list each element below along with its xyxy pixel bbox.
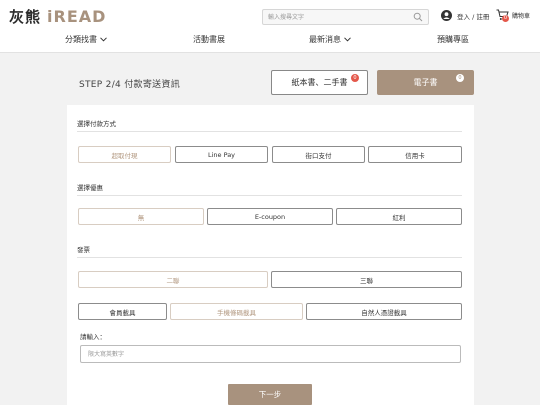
step-title: STEP 2/4 付款寄送資訊 xyxy=(79,80,181,90)
invoice-type-duplicate[interactable]: 二聯 xyxy=(78,271,268,288)
nav-category[interactable]: 分類找書 xyxy=(65,34,107,45)
site-header: 灰熊 iREAD 登入 / 註冊 0 購物車 分類找書 xyxy=(0,0,540,53)
carrier-option-member[interactable]: 會員載具 xyxy=(78,303,167,320)
search-icon[interactable] xyxy=(413,12,423,22)
cart-label: 購物車 xyxy=(512,12,531,20)
logo-chinese-text: 灰熊 xyxy=(9,7,42,26)
chevron-down-icon xyxy=(344,37,351,42)
carrier-code-input[interactable] xyxy=(80,345,461,363)
divider xyxy=(77,195,462,196)
logo[interactable]: 灰熊 iREAD xyxy=(9,6,107,26)
discount-option-e-coupon[interactable]: E-coupon xyxy=(207,208,333,225)
nav-preorder-label: 預購專區 xyxy=(437,35,469,44)
nav-events[interactable]: 活動書展 xyxy=(193,34,225,45)
search-box xyxy=(262,9,429,25)
nav-preorder[interactable]: 預購專區 xyxy=(437,34,469,45)
carrier-option-mobile-barcode[interactable]: 手機條碼載具 xyxy=(170,303,303,320)
paper-books-count-badge: 0 xyxy=(351,74,359,82)
ebook-label: 電子書 xyxy=(413,78,438,87)
ebook-count-badge: 0 xyxy=(456,74,464,82)
chevron-down-icon xyxy=(100,37,107,42)
invoice-section-label: 發票 xyxy=(77,246,90,254)
carrier-input-label: 請輸入： xyxy=(80,333,106,341)
divider xyxy=(77,257,462,258)
discount-option-none[interactable]: 無 xyxy=(78,208,204,225)
payment-section-label: 選擇付款方式 xyxy=(77,120,116,128)
nav-events-label: 活動書展 xyxy=(193,35,225,44)
paper-books-label: 紙本書、二手書 xyxy=(291,78,348,87)
cart-icon-wrap: 0 xyxy=(496,9,509,22)
divider xyxy=(77,131,462,132)
discount-option-bonus-points[interactable]: 紅利 xyxy=(336,208,462,225)
cart-link[interactable]: 0 購物車 xyxy=(496,9,531,22)
payment-option-jko-pay[interactable]: 街口支付 xyxy=(272,146,365,163)
search-input[interactable] xyxy=(263,10,408,24)
paper-books-tab[interactable]: 紙本書、二手書 0 xyxy=(271,70,368,95)
nav-news-label: 最新消息 xyxy=(309,35,341,44)
checkout-form-card: 選擇付款方式 超取付現 Line Pay 街口支付 信用卡 選擇優惠 無 E-c… xyxy=(67,105,474,405)
payment-option-line-pay[interactable]: Line Pay xyxy=(175,146,268,163)
discount-section-label: 選擇優惠 xyxy=(77,184,103,192)
login-label: 登入 / 註冊 xyxy=(457,12,490,21)
payment-option-cash-on-pickup[interactable]: 超取付現 xyxy=(78,146,171,163)
next-step-button[interactable]: 下一步 xyxy=(228,384,312,405)
nav-category-label: 分類找書 xyxy=(65,35,97,44)
logo-english-text: iREAD xyxy=(47,6,107,26)
nav-news[interactable]: 最新消息 xyxy=(309,34,351,45)
carrier-option-citizen-certificate[interactable]: 自然人憑證載具 xyxy=(306,303,462,320)
login-link[interactable]: 登入 / 註冊 xyxy=(441,10,489,21)
cart-count-badge: 0 xyxy=(502,15,509,22)
user-icon xyxy=(441,10,452,21)
ebook-tab[interactable]: 電子書 0 xyxy=(377,70,474,95)
invoice-type-triplicate[interactable]: 三聯 xyxy=(271,271,462,288)
payment-option-credit-card[interactable]: 信用卡 xyxy=(368,146,462,163)
